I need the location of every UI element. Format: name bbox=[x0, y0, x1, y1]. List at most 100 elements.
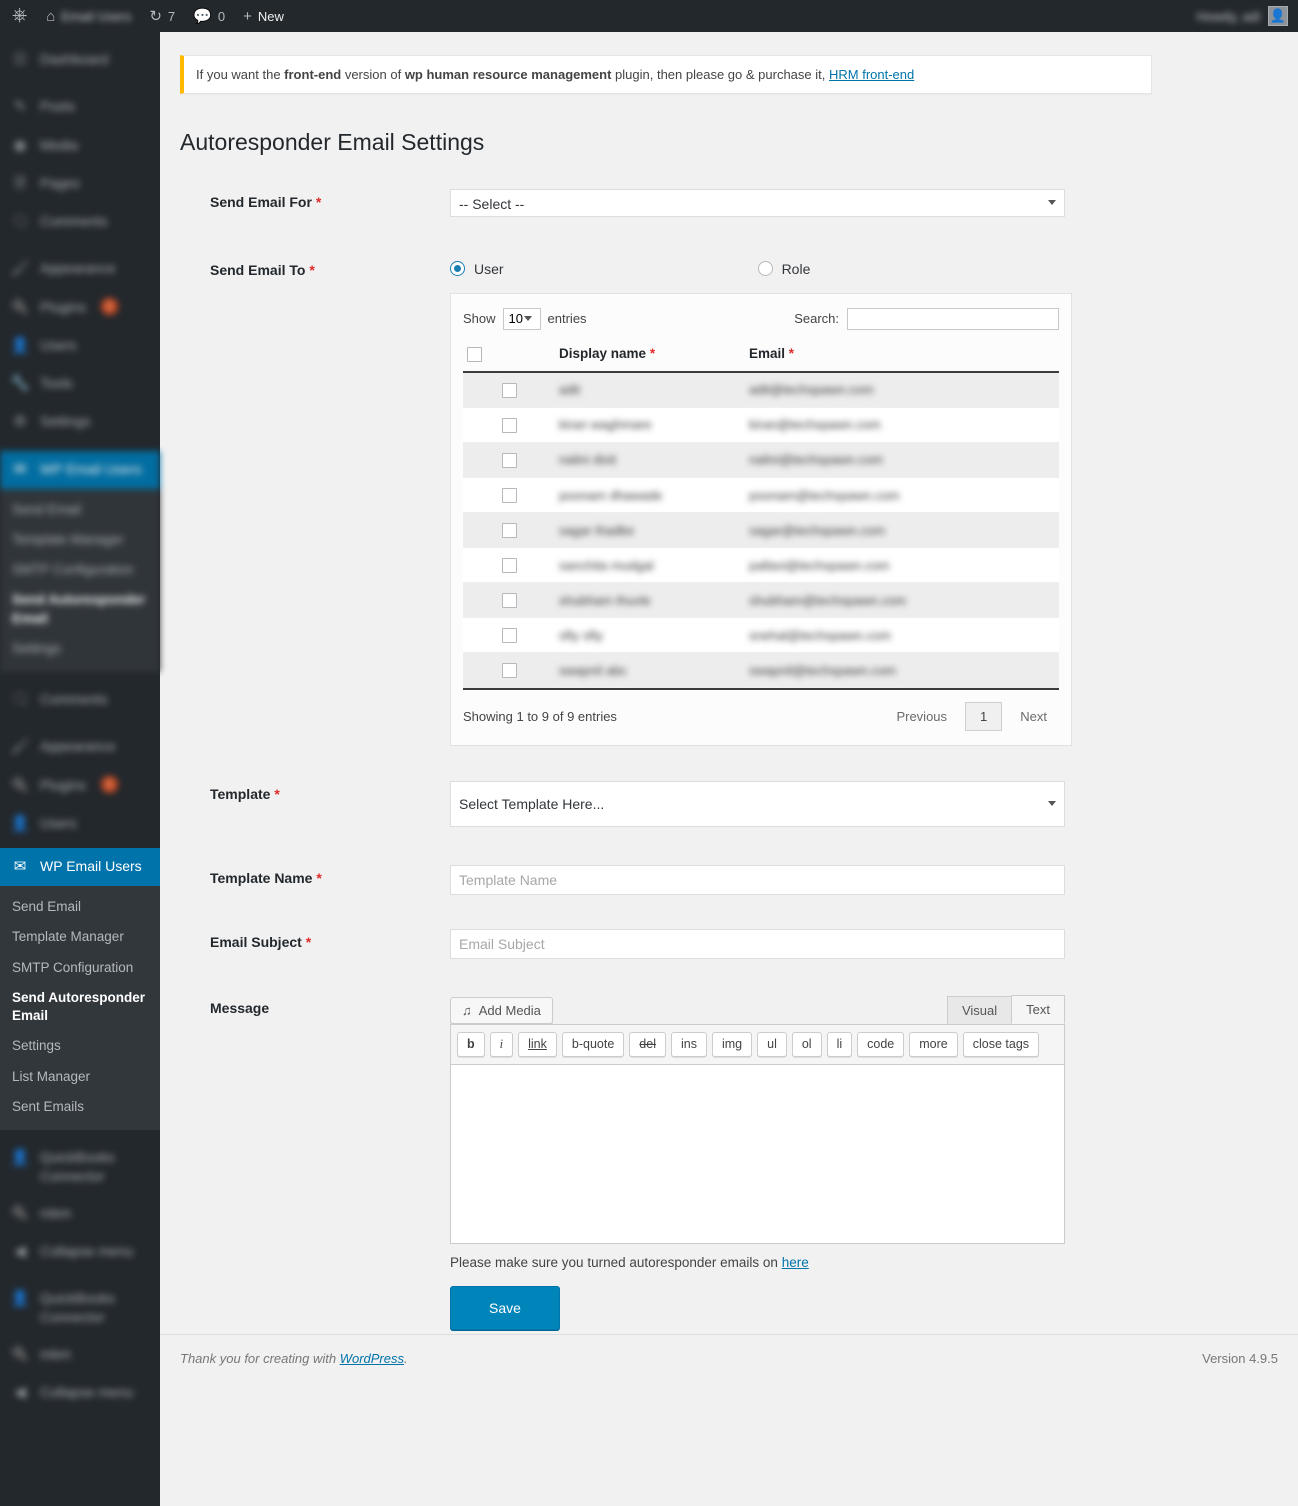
sidebar-item-mbm[interactable]: 🔌 mbm bbox=[0, 1195, 160, 1233]
row-checkbox[interactable] bbox=[501, 453, 517, 469]
template-name-input[interactable] bbox=[450, 865, 1065, 896]
table-row[interactable]: poonam dhawade poonam@techspawn.com bbox=[463, 477, 1059, 514]
quicktag-b[interactable]: b bbox=[457, 1032, 485, 1058]
sidebar-item-dashboard[interactable]: ☷ Dashboard bbox=[0, 41, 160, 79]
sidebar-item-plugins[interactable]: 🔌 Plugins 1 bbox=[0, 289, 160, 327]
howdy-label[interactable]: Howdy, adi bbox=[1197, 9, 1260, 24]
quicktag-ol[interactable]: ol bbox=[791, 1032, 822, 1058]
radio-role-input[interactable] bbox=[757, 261, 773, 277]
submenu-item-smtp-configuration[interactable]: SMTP Configuration bbox=[0, 953, 160, 983]
media-icon: ◉ bbox=[13, 136, 27, 154]
quicktag-b-quote[interactable]: b-quote bbox=[561, 1032, 625, 1058]
sidebar-item-posts[interactable]: ✎ Posts bbox=[0, 88, 160, 126]
submenu-item-smtp-configuration[interactable]: SMTP Configuration bbox=[0, 555, 160, 585]
sidebar-item-quickbooks-connector[interactable]: 👤 QuickBooks Connector bbox=[0, 1139, 160, 1195]
radio-option-user[interactable]: User bbox=[450, 261, 504, 277]
quicktag-close-tags[interactable]: close tags bbox=[962, 1032, 1040, 1058]
tab-visual[interactable]: Visual bbox=[946, 996, 1013, 1025]
row-checkbox[interactable] bbox=[501, 628, 517, 644]
quicktag-link[interactable]: link bbox=[518, 1032, 557, 1058]
template-select[interactable]: Select Template Here... bbox=[450, 781, 1065, 828]
table-row[interactable]: kiran waghmare kiran@techspawn.com bbox=[463, 407, 1059, 443]
radio-option-role[interactable]: Role bbox=[757, 261, 810, 277]
sidebar-item-appearance[interactable]: 🖌 Appearance bbox=[0, 250, 160, 288]
template-label: Template * bbox=[210, 786, 280, 803]
submenu-item-settings[interactable]: Settings bbox=[0, 634, 160, 664]
table-row[interactable]: sagar thadke sagar@techspawn.com bbox=[463, 512, 1059, 549]
row-checkbox[interactable] bbox=[501, 558, 517, 574]
row-checkbox[interactable] bbox=[501, 488, 517, 504]
sidebar-item-media[interactable]: ◉ Media bbox=[0, 127, 160, 165]
quicktag-code[interactable]: code bbox=[857, 1032, 905, 1058]
submenu-item-template-manager[interactable]: Template Manager bbox=[0, 525, 160, 555]
comments-menu[interactable]: 💬 0 bbox=[184, 0, 234, 32]
admin-sidebar: ☷ Dashboard ✎ Posts ◉ Media 🗎 Pages 🗨 Co… bbox=[0, 0, 160, 1506]
submenu-item-send-autoresponder-email[interactable]: Send Autoresponder Email bbox=[0, 585, 160, 633]
site-name-menu[interactable]: ⌂ Email Users bbox=[37, 0, 140, 32]
table-row[interactable]: sfty sfty snehal@techspawn.com bbox=[463, 617, 1059, 654]
updates-menu[interactable]: ↻ 7 bbox=[140, 0, 184, 32]
sidebar-item-tools[interactable]: 🔧 Tools bbox=[0, 365, 160, 403]
sidebar-item-comments[interactable]: 🗨 Comments bbox=[0, 203, 160, 241]
new-content-menu[interactable]: + New bbox=[234, 0, 293, 32]
sidebar-item-wp-email-users[interactable]: ✉ WP Email Users bbox=[0, 848, 160, 887]
quicktag-more[interactable]: more bbox=[909, 1032, 958, 1058]
previous-page-button[interactable]: Previous bbox=[884, 704, 959, 729]
sidebar-item-pages[interactable]: 🗎 Pages bbox=[0, 165, 160, 203]
quicktag-img[interactable]: img bbox=[711, 1032, 753, 1058]
select-all-checkbox[interactable] bbox=[467, 346, 482, 362]
display-name-cell: sfty sfty bbox=[559, 627, 604, 643]
send-email-for-select[interactable]: -- Select -- bbox=[450, 188, 1065, 217]
submenu-item-settings[interactable]: Settings bbox=[0, 1031, 160, 1061]
sidebar-item-comments-2[interactable]: 🗨 Comments bbox=[0, 681, 160, 719]
submenu-item-sent-emails[interactable]: Sent Emails bbox=[0, 1092, 160, 1122]
table-row[interactable]: shubham thuvle shubham@techspawn.com bbox=[463, 582, 1059, 619]
page-length-select[interactable]: 10 bbox=[502, 307, 541, 330]
table-row[interactable]: sanchita mudgal pallavi@techspawn.com bbox=[463, 547, 1059, 584]
row-checkbox[interactable] bbox=[501, 663, 517, 679]
submenu-item-send-autoresponder-email[interactable]: Send Autoresponder Email bbox=[0, 983, 160, 1031]
page-number-1[interactable]: 1 bbox=[965, 702, 1003, 732]
sidebar-item-appearance-2[interactable]: 🖌 Appearance bbox=[0, 728, 160, 766]
avatar-icon[interactable]: 👤 bbox=[1268, 6, 1288, 26]
sidebar-item-mbm-2[interactable]: 🔌 mbm bbox=[0, 1336, 160, 1374]
quicktag-ul[interactable]: ul bbox=[757, 1032, 787, 1058]
search-input[interactable] bbox=[847, 307, 1059, 330]
required-marker: * bbox=[788, 346, 795, 362]
tab-text[interactable]: Text bbox=[1011, 995, 1065, 1025]
sidebar-item-wp-email-users-ghost[interactable]: ✉ WP Email Users bbox=[0, 450, 160, 489]
sidebar-item-collapse-menu-2[interactable]: ◀ Collapse menu bbox=[0, 1374, 160, 1412]
row-checkbox[interactable] bbox=[501, 417, 517, 433]
wordpress-logo-icon[interactable]: ⎈ bbox=[0, 5, 37, 27]
quicktag-i[interactable]: i bbox=[489, 1032, 514, 1058]
quicktag-li[interactable]: li bbox=[826, 1032, 853, 1058]
submenu-item-send-email[interactable]: Send Email bbox=[0, 495, 160, 525]
sidebar-item-collapse-menu[interactable]: ◀ Collapse menu bbox=[0, 1233, 160, 1271]
wordpress-link[interactable]: WordPress bbox=[340, 1351, 404, 1366]
hrm-front-end-link[interactable]: HRM front-end bbox=[829, 67, 914, 82]
email-subject-input[interactable] bbox=[450, 929, 1065, 960]
sidebar-item-users[interactable]: 👤 Users bbox=[0, 327, 160, 365]
row-checkbox[interactable] bbox=[501, 382, 517, 398]
quicktag-ins[interactable]: ins bbox=[670, 1032, 707, 1058]
save-button[interactable]: Save bbox=[450, 1286, 560, 1331]
table-row[interactable]: nalini dixit nalini@techspawn.com bbox=[463, 442, 1059, 479]
next-page-button[interactable]: Next bbox=[1008, 704, 1059, 729]
sidebar-item-users-2[interactable]: 👤 Users bbox=[0, 805, 160, 843]
quicktag-del[interactable]: del bbox=[629, 1032, 666, 1058]
submenu-item-list-manager[interactable]: List Manager bbox=[0, 1062, 160, 1092]
table-row[interactable]: adit adit@techspawn.com bbox=[463, 371, 1059, 408]
here-link[interactable]: here bbox=[782, 1255, 809, 1270]
table-row[interactable]: swapnil abc swapnil@techspawn.com bbox=[463, 652, 1059, 689]
submenu-item-template-manager[interactable]: Template Manager bbox=[0, 922, 160, 952]
sidebar-item-settings[interactable]: ⚙ Settings bbox=[0, 403, 160, 441]
sidebar-item-label: Settings bbox=[40, 413, 91, 430]
sidebar-item-quickbooks-connector-2[interactable]: 👤 QuickBooks Connector bbox=[0, 1280, 160, 1336]
add-media-button[interactable]: ♫ Add Media bbox=[450, 997, 553, 1025]
row-checkbox[interactable] bbox=[501, 593, 517, 609]
message-textarea[interactable] bbox=[450, 1064, 1065, 1245]
row-checkbox[interactable] bbox=[501, 523, 517, 539]
sidebar-item-plugins-2[interactable]: 🔌 Plugins 1 bbox=[0, 767, 160, 805]
submenu-item-send-email[interactable]: Send Email bbox=[0, 892, 160, 922]
radio-user-input[interactable] bbox=[450, 261, 465, 277]
